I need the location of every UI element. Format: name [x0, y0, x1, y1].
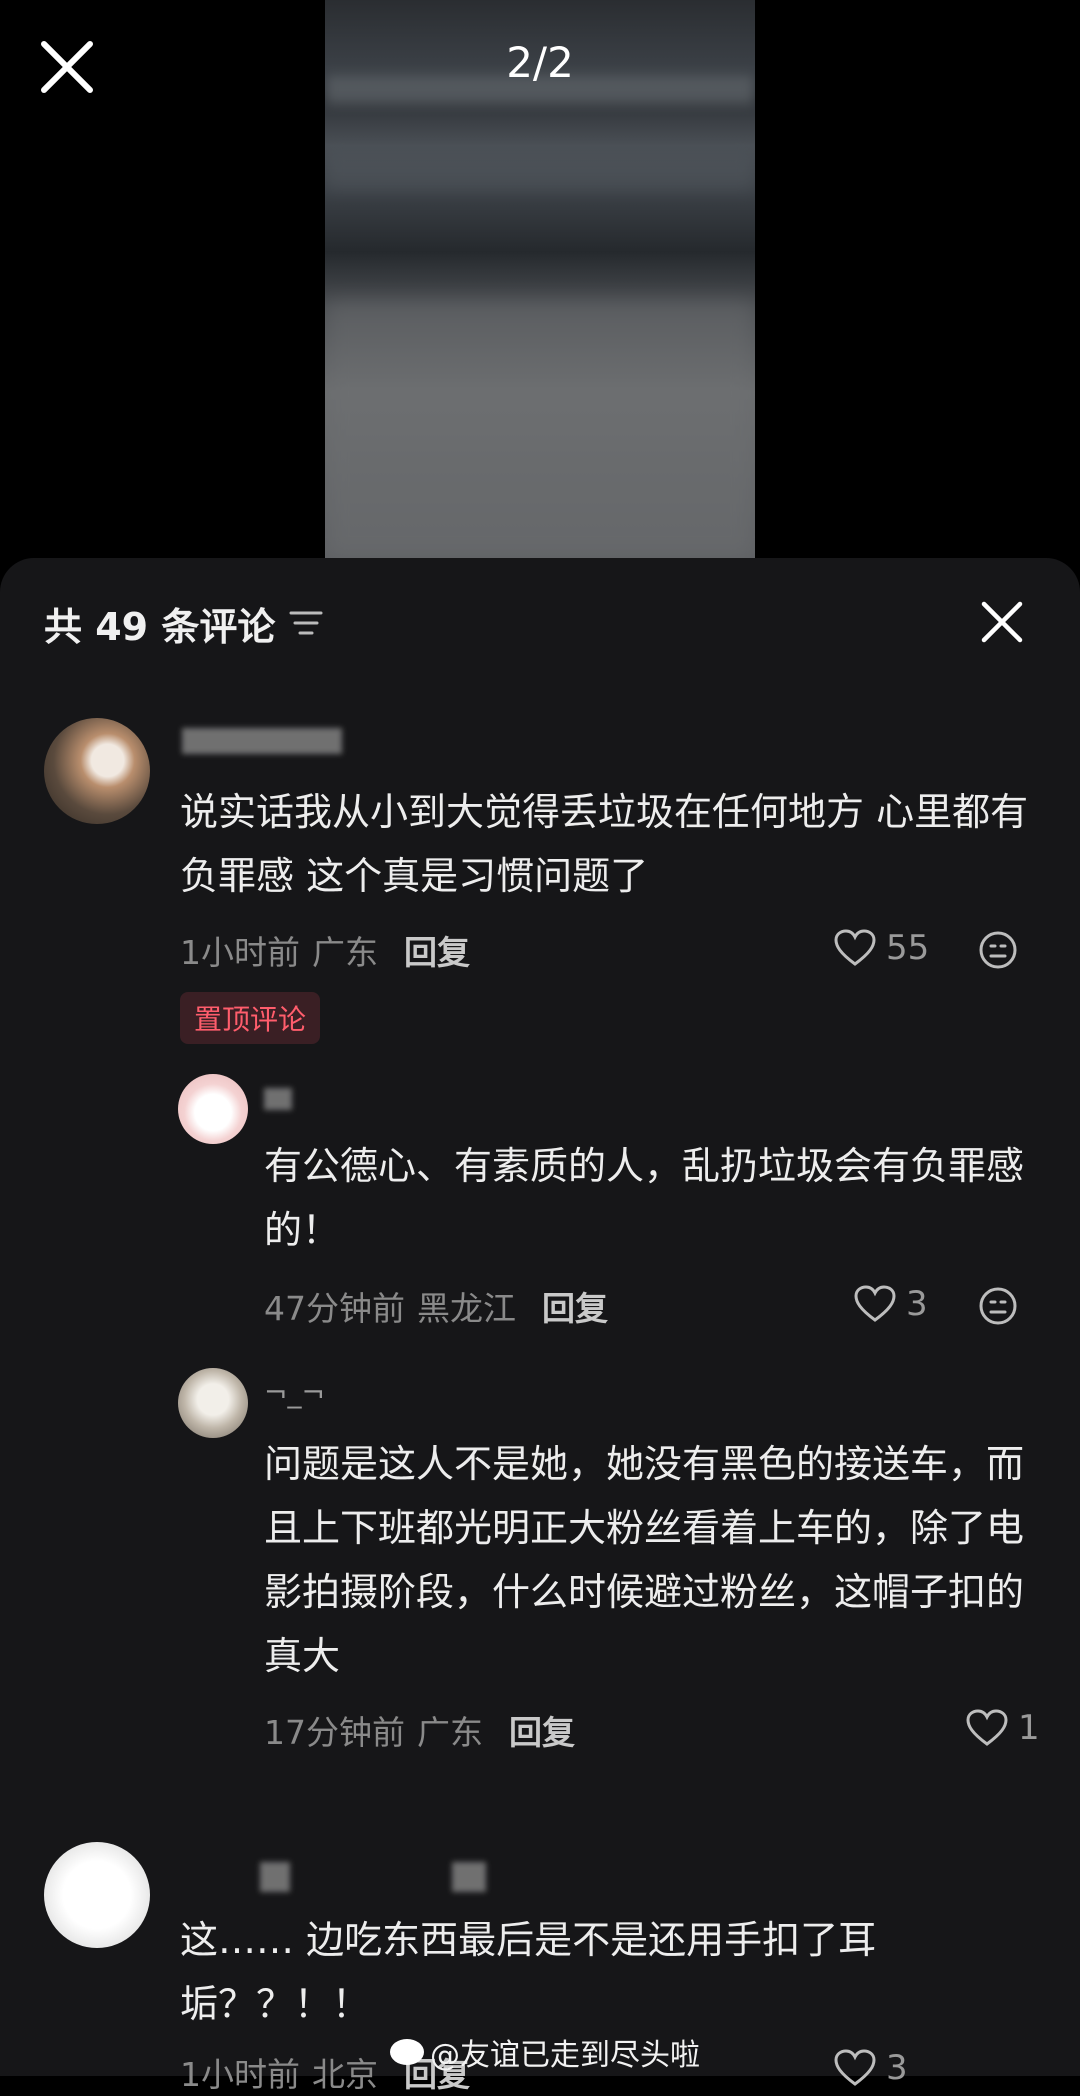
username-redacted: [264, 1088, 292, 1110]
like-button[interactable]: 1: [966, 1708, 1040, 1748]
heart-icon: [834, 929, 876, 966]
comment-text: 说实话我从小到大觉得丢垃圾在任何地方 心里都有负罪感 这个真是习惯问题了: [180, 790, 1029, 898]
comment-location: 广东: [417, 1713, 483, 1752]
like-count: 3: [906, 1284, 928, 1324]
avatar[interactable]: [44, 1842, 150, 1948]
reply-button[interactable]: 回复: [509, 1706, 575, 1754]
avatar[interactable]: [178, 1074, 248, 1144]
comment-time: 1小时前: [180, 2055, 300, 2094]
username-redacted: [452, 1862, 486, 1892]
watermark-text: @友谊已走到尽头啦: [430, 2038, 700, 2073]
reply-button[interactable]: 回复: [404, 926, 470, 974]
comment-location: 广东: [312, 933, 378, 972]
heart-icon: [854, 1285, 896, 1322]
reply-button[interactable]: 回复: [542, 1282, 608, 1330]
watermark: @友谊已走到尽头啦: [390, 2030, 700, 2074]
pinned-badge: 置顶评论: [180, 992, 321, 1044]
like-count: 55: [886, 928, 930, 968]
comment-time: 47分钟前: [264, 1289, 405, 1328]
comment-time: 17分钟前: [264, 1713, 405, 1752]
username-redacted: [260, 1862, 290, 1892]
emoji-reaction-icon[interactable]: [978, 930, 1018, 970]
comment-meta: 17分钟前 广东 回复: [264, 1706, 575, 1754]
comments-header: 共 49 条评论: [44, 598, 323, 649]
media-blur-band: [325, 300, 755, 560]
comments-count-title: 共 49 条评论: [44, 604, 276, 649]
like-count: 3: [886, 2048, 908, 2088]
sort-icon[interactable]: [289, 606, 323, 640]
close-sheet-icon[interactable]: [980, 600, 1024, 644]
like-button[interactable]: 3: [834, 2048, 908, 2088]
comment-time: 1小时前: [180, 933, 300, 972]
comment-text: 这…… 边吃东西最后是不是还用手扣了耳垢？？！！: [180, 1918, 877, 2026]
comment-meta: 47分钟前 黑龙江 回复: [264, 1282, 608, 1330]
username: ¬_¬: [264, 1376, 325, 1409]
comment-text: 有公德心、有素质的人，乱扔垃圾会有负罪感的！: [264, 1144, 1025, 1252]
avatar[interactable]: [44, 718, 150, 824]
heart-icon: [966, 1709, 1008, 1746]
username-redacted: [182, 728, 342, 754]
comment-meta: 1小时前 广东 回复: [180, 926, 470, 974]
comment-location: 北京: [312, 2055, 378, 2094]
heart-icon: [834, 2049, 876, 2086]
like-button[interactable]: 55: [834, 928, 929, 968]
avatar[interactable]: [178, 1368, 248, 1438]
like-button[interactable]: 3: [854, 1284, 928, 1324]
page-indicator: 2/2: [506, 38, 574, 87]
comment-location: 黑龙江: [417, 1289, 516, 1328]
like-count: 1: [1018, 1708, 1040, 1748]
emoji-reaction-icon[interactable]: [978, 1286, 1018, 1326]
comment-text: 问题是这人不是她，她没有黑色的接送车，而且上下班都光明正大粉丝看着上车的，除了电…: [264, 1442, 1025, 1678]
media-blur-band: [325, 150, 755, 190]
weibo-logo-icon: [390, 2039, 424, 2065]
